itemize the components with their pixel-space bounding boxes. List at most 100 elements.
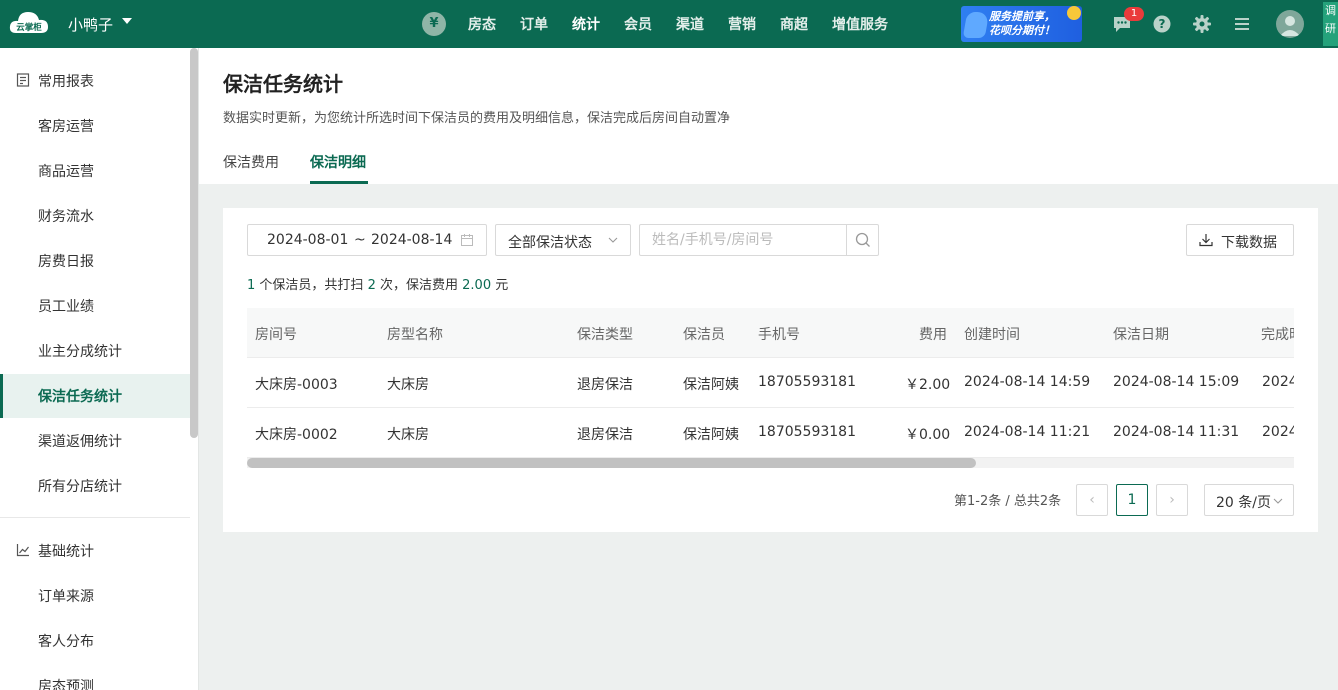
cell-created-time: 2024-08-14 14:59: [964, 374, 1091, 390]
page-title: 保洁任务统计: [223, 72, 343, 96]
date-separator: ~: [354, 232, 366, 248]
menu-icon[interactable]: [1230, 12, 1254, 36]
cleaner-count: 1: [247, 278, 256, 293]
date-range-picker[interactable]: 2024-08-01 ~ 2024-08-14: [247, 224, 487, 256]
sidebar-item-goods-operations[interactable]: 商品运营: [0, 149, 190, 193]
sidebar-item-cleaning-stats[interactable]: 保洁任务统计: [0, 374, 190, 418]
clean-times: 2: [367, 278, 376, 293]
date-start[interactable]: 2024-08-01: [267, 232, 348, 248]
search-icon: [855, 232, 870, 247]
cleaning-status-select[interactable]: 全部保洁状态: [495, 224, 631, 256]
sidebar-divider: [0, 517, 190, 518]
sidebar-group-common-reports[interactable]: 常用报表: [0, 65, 190, 95]
avatar[interactable]: [1276, 10, 1304, 38]
nav-orders[interactable]: 订单: [520, 14, 548, 34]
sidebar-item-channel-commission[interactable]: 渠道返佣统计: [0, 419, 190, 463]
hotel-name[interactable]: 小鸭子: [68, 14, 113, 35]
table-row[interactable]: 大床房-0003 大床房 退房保洁 保洁阿姨 18705593181 ￥2.00…: [247, 358, 1294, 408]
nav-marketing[interactable]: 营销: [728, 14, 756, 34]
cell-finish-time: 2024-08-14: [1262, 424, 1294, 440]
pagination-total: 第1-2条 / 总共2条: [954, 494, 1062, 509]
page-1-button[interactable]: 1: [1116, 484, 1148, 516]
cell-phone: 18705593181: [758, 424, 856, 440]
cleaning-detail-table: 房间号 房型名称 保洁类型 保洁员 手机号 费用 创建时间 保洁日期 完成时间 …: [247, 308, 1294, 468]
help-icon[interactable]: ?: [1150, 12, 1174, 36]
cell-finish-time: 2024-08-14: [1262, 374, 1294, 390]
notification-badge: 1: [1124, 7, 1144, 21]
download-icon: [1199, 234, 1213, 247]
sidebar-item-staff-performance[interactable]: 员工业绩: [0, 284, 190, 328]
page-size-value: 20 条/页: [1216, 495, 1271, 511]
banner-text: 服务提前享， 花呗分期付！: [989, 10, 1055, 37]
sidebar-group-basic-stats[interactable]: 基础统计: [0, 535, 190, 565]
cell-fee: ￥0.00: [905, 427, 951, 443]
table-header: 房间号 房型名称 保洁类型 保洁员 手机号 费用 创建时间 保洁日期 完成时间: [247, 308, 1294, 358]
prev-page-button[interactable]: ‹: [1076, 484, 1108, 516]
gear-icon[interactable]: [1190, 12, 1214, 36]
nav-members[interactable]: 会员: [624, 14, 652, 34]
yen-icon[interactable]: ¥: [422, 12, 446, 36]
table-row[interactable]: 大床房-0002 大床房 退房保洁 保洁阿姨 18705593181 ￥0.00…: [247, 408, 1294, 458]
search-field: [639, 224, 879, 256]
cell-room-type: 大床房: [387, 427, 429, 443]
moon-icon: [1067, 6, 1081, 20]
scrollbar-thumb[interactable]: [247, 458, 976, 468]
nav-channels[interactable]: 渠道: [676, 14, 704, 34]
sidebar-item-all-branches[interactable]: 所有分店统计: [0, 464, 190, 508]
table-horizontal-scrollbar[interactable]: [247, 458, 1294, 468]
summary-line: 1 个保洁员，共打扫 2 次，保洁费用 2.00 元: [247, 278, 509, 293]
status-select-value: 全部保洁状态: [508, 235, 592, 251]
logo-text: 云掌柜: [16, 22, 42, 33]
chevron-down-icon[interactable]: [122, 18, 132, 24]
tab-cleaning-fee[interactable]: 保洁费用: [223, 152, 279, 172]
nav-room-status[interactable]: 房态: [468, 14, 496, 34]
sidebar-item-room-fee-daily[interactable]: 房费日报: [0, 239, 190, 283]
user-icon: [1280, 16, 1300, 36]
cell-fee: ￥2.00: [905, 377, 951, 393]
promo-banner[interactable]: 服务提前享， 花呗分期付！: [961, 6, 1082, 42]
cell-phone: 18705593181: [758, 374, 856, 390]
cell-cleaning-date: 2024-08-14 15:09: [1113, 374, 1240, 390]
next-page-button[interactable]: ›: [1156, 484, 1188, 516]
svg-text:?: ?: [1159, 17, 1166, 31]
sidebar-item-order-source[interactable]: 订单来源: [0, 574, 190, 618]
sidebar-item-guest-distribution[interactable]: 客人分布: [0, 619, 190, 663]
col-created-time: 创建时间: [964, 327, 1020, 343]
cell-cleaner: 保洁阿姨: [683, 377, 739, 393]
page-header: 保洁任务统计 数据实时更新，为您统计所选时间下保洁员的费用及明细信息，保洁完成后…: [199, 48, 1338, 184]
line-chart-icon: [16, 544, 29, 557]
col-room-type: 房型名称: [387, 327, 443, 343]
cell-room-number: 大床房-0003: [255, 377, 338, 393]
cell-cleaner: 保洁阿姨: [683, 427, 739, 443]
sidebar-group-label: 基础统计: [38, 544, 94, 560]
sidebar-item-finance-flow[interactable]: 财务流水: [0, 194, 190, 238]
sidebar-item-room-operations[interactable]: 客房运营: [0, 104, 190, 148]
col-phone: 手机号: [758, 327, 800, 343]
cell-cleaning-type: 退房保洁: [577, 427, 633, 443]
nav-value-added[interactable]: 增值服务: [832, 14, 888, 34]
sidebar: 常用报表 客房运营 商品运营 财务流水 房费日报 员工业绩 业主分成统计 保洁任…: [0, 48, 199, 690]
col-finish-time: 完成时间: [1261, 327, 1294, 343]
nav-supermarket[interactable]: 商超: [780, 14, 808, 34]
active-tab-indicator: [310, 181, 368, 184]
cell-created-time: 2024-08-14 11:21: [964, 424, 1091, 440]
search-input[interactable]: [640, 225, 846, 255]
col-room-number: 房间号: [255, 327, 297, 343]
sidebar-item-room-forecast[interactable]: 房态预测: [0, 664, 190, 690]
nav-statistics[interactable]: 统计: [572, 14, 600, 34]
sidebar-item-owner-share[interactable]: 业主分成统计: [0, 329, 190, 373]
report-icon: [16, 73, 30, 87]
chevron-down-icon: [608, 237, 618, 243]
cell-room-number: 大床房-0002: [255, 427, 338, 443]
date-end[interactable]: 2024-08-14: [371, 232, 452, 248]
search-button[interactable]: [846, 225, 878, 255]
col-cleaning-date: 保洁日期: [1113, 327, 1169, 343]
survey-tab[interactable]: 调研: [1323, 2, 1338, 46]
sidebar-scrollbar[interactable]: [190, 48, 198, 438]
page-size-select[interactable]: 20 条/页: [1204, 484, 1294, 516]
download-label: 下载数据: [1221, 235, 1277, 251]
download-button[interactable]: 下载数据: [1186, 224, 1294, 256]
tab-cleaning-detail[interactable]: 保洁明细: [310, 152, 366, 172]
col-fee: 费用: [919, 327, 947, 343]
logo-cloud-icon[interactable]: 云掌柜: [8, 9, 50, 37]
